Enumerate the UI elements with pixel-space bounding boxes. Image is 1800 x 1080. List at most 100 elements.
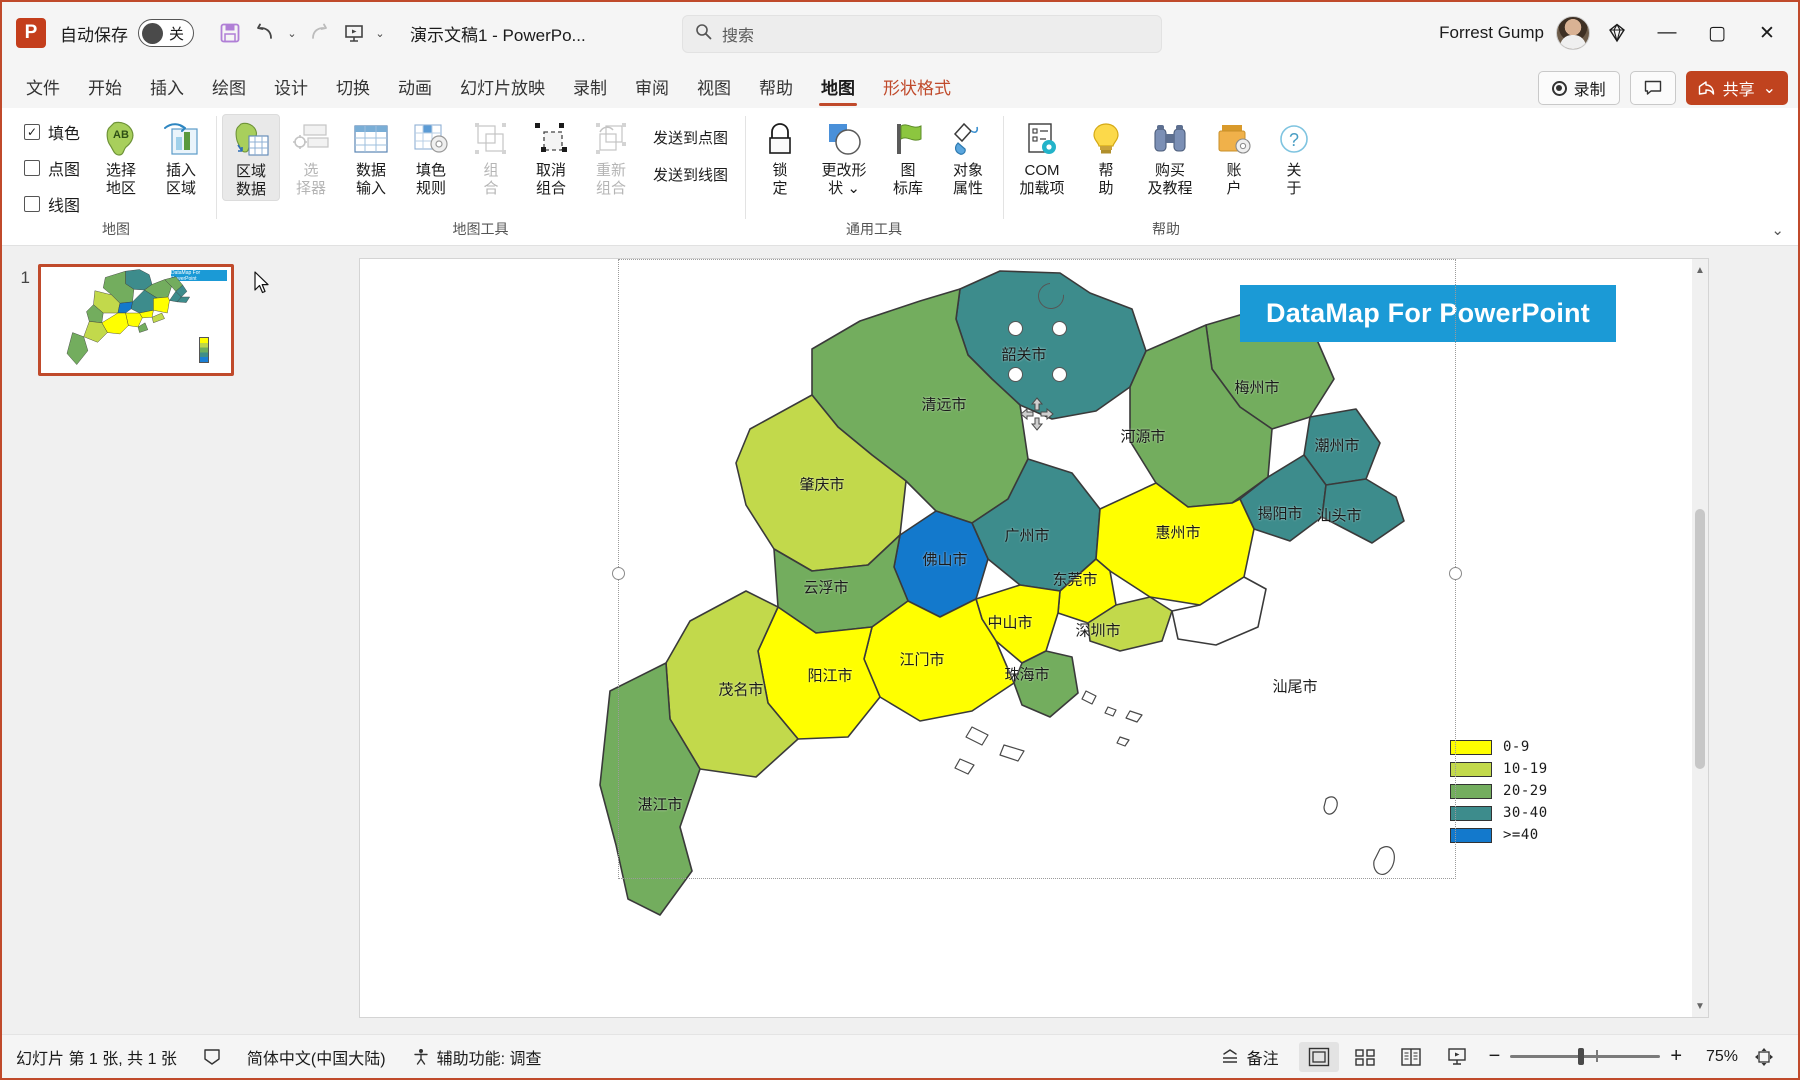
thumbnail-legend	[199, 337, 209, 363]
undo-dropdown-caret-icon[interactable]: ⌄	[284, 27, 300, 40]
slide-thumbnail-1[interactable]: DataMap For PowerPoint	[38, 264, 234, 376]
zoom-track[interactable]	[1510, 1048, 1661, 1065]
chevron-down-icon[interactable]: ⌄	[372, 27, 388, 40]
map-label-maoming: 茂名市	[718, 680, 764, 699]
title-bar: P 自动保存 关 ⌄ ⌄ 演示文稿1 - PowerPo... 搜索 Forre…	[2, 2, 1798, 64]
checkbox-fill-map-box[interactable]: ✓	[24, 124, 40, 140]
redo-icon	[300, 15, 336, 51]
zoom-in-button[interactable]: +	[1670, 1045, 1682, 1068]
lock-button[interactable]: 锁 定	[751, 114, 809, 200]
regroup-label-1: 重新	[596, 162, 627, 179]
fill-rule-button[interactable]: 填色 规则	[402, 114, 460, 200]
slide-count-status[interactable]: 幻灯片 第 1 张, 共 1 张	[16, 1045, 177, 1069]
zoom-knob[interactable]	[1578, 1048, 1585, 1065]
tab-map[interactable]: 地图	[807, 69, 869, 108]
group-label-2: 合	[483, 179, 499, 197]
region-data-icon	[232, 120, 270, 160]
help-button[interactable]: 帮 助	[1077, 114, 1135, 200]
send-to-dot-map-button[interactable]: 发送到点图	[648, 124, 733, 151]
slideshow-view-button[interactable]	[1437, 1042, 1477, 1072]
tab-review[interactable]: 审阅	[621, 69, 683, 108]
share-button[interactable]: 共享 ⌄	[1685, 71, 1788, 105]
checkbox-line-map[interactable]: 线图	[24, 192, 80, 216]
avatar[interactable]	[1556, 16, 1590, 50]
diamond-icon[interactable]	[1594, 10, 1640, 56]
record-button[interactable]: 录制	[1537, 71, 1620, 105]
tab-view[interactable]: 视图	[683, 69, 745, 108]
zoom-percent-label[interactable]: 75%	[1694, 1048, 1738, 1066]
table-icon	[352, 119, 390, 159]
chevron-up-icon[interactable]: ⌄	[1771, 221, 1784, 239]
about-button[interactable]: ? 关 于	[1265, 114, 1323, 200]
search-input[interactable]: 搜索	[682, 15, 1162, 53]
notes-label: 备注	[1246, 1050, 1279, 1068]
tab-shape-format[interactable]: 形状格式	[869, 69, 965, 108]
ungroup-button[interactable]: 取消 组合	[522, 114, 580, 200]
tab-file[interactable]: 文件	[12, 69, 74, 108]
scroll-up-arrow-icon[interactable]: ▲	[1692, 261, 1708, 279]
tab-home[interactable]: 开始	[74, 69, 136, 108]
fit-to-window-button[interactable]	[1744, 1042, 1784, 1072]
slide-sorter-view-button[interactable]	[1345, 1042, 1385, 1072]
normal-view-button[interactable]	[1298, 1041, 1339, 1072]
lock-icon	[763, 119, 797, 159]
tab-design[interactable]: 设计	[260, 69, 322, 108]
comments-button[interactable]	[1629, 71, 1676, 105]
tab-draw[interactable]: 绘图	[198, 69, 260, 108]
checkbox-line-map-box[interactable]	[24, 196, 40, 212]
record-dot-icon	[1551, 80, 1567, 96]
save-icon[interactable]	[212, 15, 248, 51]
map-label-chaozhou: 潮州市	[1314, 436, 1360, 455]
checkbox-dot-map[interactable]: 点图	[24, 156, 80, 180]
icon-library-button[interactable]: 图 标库	[879, 114, 937, 200]
object-properties-button[interactable]: 对象 属性	[939, 114, 997, 200]
select-region-button[interactable]: AB 选择 地区	[92, 114, 150, 200]
notes-flag-icon[interactable]	[203, 1048, 221, 1066]
account-button[interactable]: 账 户	[1205, 114, 1263, 200]
accessibility-status[interactable]: 辅助功能: 调查	[412, 1045, 542, 1069]
tab-record[interactable]: 录制	[559, 69, 621, 108]
group-button: 组 合	[462, 114, 520, 200]
zoom-slider[interactable]: − +	[1489, 1045, 1682, 1068]
ribbon-group-common-tools: 锁 定 更改形 状 ⌄ 图 标库 对象 属性 通用工具	[745, 108, 1003, 245]
share-caret-icon[interactable]: ⌄	[1763, 78, 1776, 98]
maximize-button[interactable]: ▢	[1694, 10, 1740, 56]
slide-canvas[interactable]: 韶关市 清远市 梅州市 河源市 潮州市 肇庆市 惠州市 揭阳市 汕头市 广州市 …	[359, 258, 1709, 1018]
change-shape-icon	[825, 119, 863, 159]
purchase-tutorial-button[interactable]: 购买 及教程	[1137, 114, 1203, 200]
insert-region-button[interactable]: 插入 区域	[152, 114, 210, 200]
tab-animations[interactable]: 动画	[384, 69, 446, 108]
slide-banner-title[interactable]: DataMap For PowerPoint	[1240, 285, 1616, 342]
checkbox-fill-map[interactable]: ✓ 填色	[24, 120, 80, 144]
accessibility-text: 辅助功能: 调查	[436, 1050, 542, 1068]
undo-icon[interactable]	[248, 15, 284, 51]
reading-view-button[interactable]	[1391, 1042, 1431, 1072]
slideshow-icon[interactable]	[336, 15, 372, 51]
com-addin-button[interactable]: COM 加载项	[1009, 114, 1075, 200]
checkbox-dot-map-box[interactable]	[24, 160, 40, 176]
tab-slideshow[interactable]: 幻灯片放映	[446, 69, 559, 108]
send-to-line-map-button[interactable]: 发送到线图	[648, 161, 733, 188]
tabbar-right-cluster: 录制 共享 ⌄	[1537, 71, 1788, 105]
record-button-label: 录制	[1573, 82, 1606, 99]
zoom-out-button[interactable]: −	[1489, 1045, 1501, 1068]
autosave-toggle[interactable]: 关	[138, 19, 194, 47]
account-name[interactable]: Forrest Gump	[1439, 23, 1544, 43]
scrollbar-thumb[interactable]	[1695, 509, 1705, 769]
regroup-button: 重新 组合	[582, 114, 640, 200]
change-shape-label-2[interactable]: 状 ⌄	[828, 180, 860, 198]
tab-help[interactable]: 帮助	[745, 69, 807, 108]
notes-button[interactable]: 备注	[1220, 1045, 1279, 1069]
tab-transitions[interactable]: 切换	[322, 69, 384, 108]
scroll-down-arrow-icon[interactable]: ▼	[1692, 997, 1708, 1015]
minimize-button[interactable]: —	[1644, 10, 1690, 56]
change-shape-button[interactable]: 更改形 状 ⌄	[811, 114, 877, 200]
data-input-button[interactable]: 数据 输入	[342, 114, 400, 200]
shape-handle-tr	[1052, 321, 1067, 336]
region-data-button[interactable]: 区域 数据	[222, 114, 281, 202]
selector-label-2: 择器	[296, 179, 327, 197]
tab-insert[interactable]: 插入	[136, 69, 198, 108]
close-button[interactable]: ✕	[1744, 10, 1790, 56]
canvas-vertical-scrollbar[interactable]: ▲ ▼	[1692, 259, 1708, 1017]
language-status[interactable]: 简体中文(中国大陆)	[247, 1045, 386, 1069]
